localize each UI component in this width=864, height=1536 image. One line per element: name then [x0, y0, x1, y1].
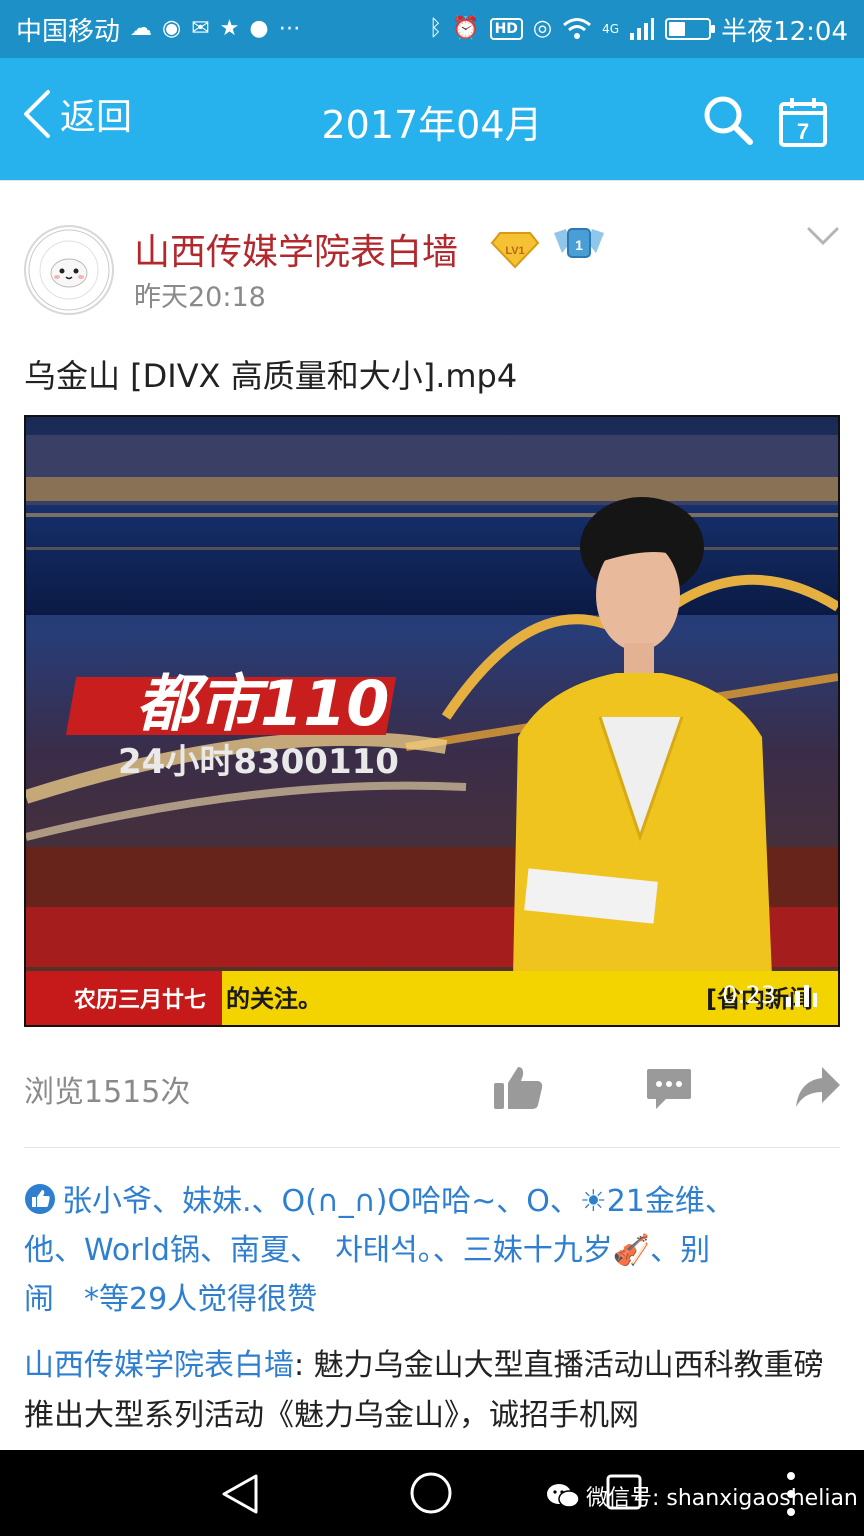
calendar-day: 7: [797, 119, 809, 144]
signal-icon: [630, 18, 655, 40]
video-duration: 0:23: [722, 981, 776, 1009]
liked-by-line-1[interactable]: 张小爷、妹妹.、O(∩_∩)O哈哈~、O、☀21金维、: [62, 1184, 735, 1219]
star-app-icon: ★: [219, 16, 240, 41]
nav-back-icon[interactable]: [218, 1472, 262, 1516]
cloud-icon: ☁: [130, 16, 153, 41]
avatar-logo: [28, 229, 110, 311]
ticker-date: 农历三月廿七: [73, 987, 206, 1013]
chevron-down-icon[interactable]: [806, 225, 840, 247]
level-badge-icon: LV1: [490, 232, 540, 269]
clock: 半夜12:04: [721, 16, 848, 47]
avatar[interactable]: [24, 225, 114, 315]
eye-comfort-icon: ◎: [532, 16, 553, 41]
author-name[interactable]: 山西传媒学院表白墙: [134, 223, 458, 275]
watermark-text: 微信号: shanxigaoshelian: [586, 1486, 858, 1511]
ticker-text: 的关注。: [226, 985, 322, 1013]
hd-icon: HD: [489, 18, 523, 40]
wechat-logo-icon: [547, 1484, 580, 1508]
bluetooth-icon: ᛒ: [428, 16, 443, 41]
like-circle-icon: [25, 1184, 55, 1214]
liked-by-line-2[interactable]: 他、World锅、南夏、 차태석。、三妹十九岁🎻、别: [24, 1233, 710, 1268]
vip-wings-icon: 1: [554, 228, 604, 258]
svg-text:1: 1: [575, 237, 583, 253]
video-player[interactable]: 都市110 24小时8300110 农历三月廿七 的关注。 [省内新闻 0:23: [24, 415, 840, 1027]
divider: [24, 1147, 840, 1148]
comment: 山西传媒学院表白墙: 魅力乌金山大型直播活动山西科教重磅推出大型系列活动《魅力乌…: [24, 1341, 840, 1451]
more-notifications-icon: ⋯: [278, 16, 301, 41]
search-icon[interactable]: [700, 92, 756, 148]
status-bar: 中国移动 ☁ ◉ ✉ ★ ● ⋯ ᛒ ⏰ HD ◎ 4G 半夜12:04: [0, 0, 864, 58]
network-type-label: 4G: [602, 22, 620, 36]
qq-icon: ◉: [162, 16, 182, 41]
wifi-icon: [563, 18, 592, 39]
video-thumbnail: 都市110 24小时8300110 农历三月廿七 的关注。 [省内新闻: [26, 417, 838, 1025]
view-count: 浏览1515次: [24, 1075, 191, 1110]
alarm-icon: ⏰: [452, 16, 480, 41]
chat-bubble-icon: ●: [249, 16, 269, 41]
post-card: 山西传媒学院表白墙 LV1 1 昨天20:18 乌金山 [DIVX 高质量和大小…: [0, 180, 864, 1450]
wechat-icon: ✉: [191, 16, 210, 41]
post-title: 乌金山 [DIVX 高质量和大小].mp4: [24, 357, 518, 395]
app-bar: 返回 2017年04月 7: [0, 58, 864, 180]
nav-home-icon[interactable]: [408, 1470, 454, 1516]
carrier-label: 中国移动: [16, 16, 121, 47]
liked-by-list: 张小爷、妹妹.、O(∩_∩)O哈哈~、O、☀21金维、 他、World锅、南夏、…: [24, 1177, 840, 1324]
battery-icon: [665, 18, 716, 40]
watermark: 微信号: shanxigaoshelian: [546, 1480, 858, 1512]
level-badge-label: LV1: [505, 245, 524, 257]
share-arrow-icon[interactable]: [794, 1065, 842, 1109]
video-volume-icon: [786, 985, 817, 1007]
video-overlay-hotline: 24小时8300110: [118, 742, 399, 782]
system-nav-bar: 微信号: shanxigaoshelian: [0, 1450, 864, 1536]
post-time: 昨天20:18: [134, 282, 266, 313]
like-thumb-icon[interactable]: [492, 1065, 544, 1111]
calendar-icon[interactable]: 7: [778, 96, 828, 148]
comment-icon[interactable]: [646, 1065, 692, 1111]
video-overlay-title: 都市110: [136, 667, 389, 740]
liked-by-line-3[interactable]: 闹 *等29人觉得很赞: [24, 1282, 317, 1317]
comment-author[interactable]: 山西传媒学院表白墙: [24, 1348, 294, 1383]
